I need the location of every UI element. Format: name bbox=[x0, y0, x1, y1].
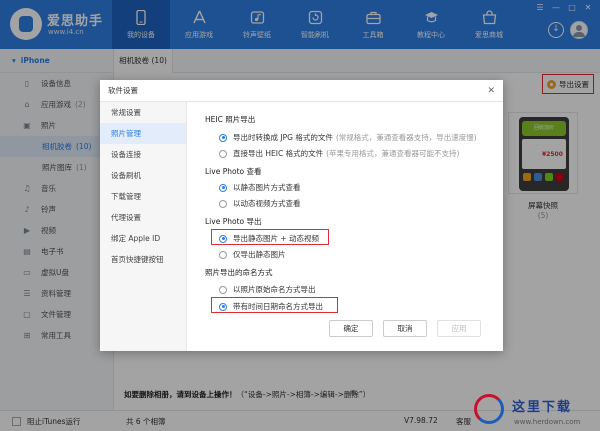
option-label: 导出时转换成 JPG 格式的文件 bbox=[233, 133, 333, 142]
option-heic-jpg[interactable]: 导出时转换成 JPG 格式的文件 (常规格式，兼通查看器支持，导出速度慢) bbox=[219, 132, 477, 143]
radio-selected[interactable] bbox=[219, 183, 227, 192]
section-heic: HEIC 照片导出 bbox=[205, 115, 256, 124]
radio-unselected[interactable] bbox=[219, 149, 227, 158]
watermark: 这里下载 www.herdown.com bbox=[470, 392, 600, 431]
option-view-still[interactable]: 以静态图片方式查看 bbox=[219, 182, 301, 193]
settings-tab-shortcuts[interactable]: 首页快捷键按钮 bbox=[100, 249, 186, 270]
section-naming: 照片导出的命名方式 bbox=[205, 268, 273, 277]
radio-selected[interactable] bbox=[219, 234, 227, 243]
watermark-logo-icon bbox=[474, 394, 504, 424]
dialog-close-icon[interactable]: ✕ bbox=[487, 80, 495, 102]
settings-tab-connection[interactable]: 设备连接 bbox=[100, 144, 186, 165]
ok-button[interactable]: 确定 bbox=[329, 320, 373, 337]
option-label: 以静态图片方式查看 bbox=[233, 183, 301, 192]
settings-tab-apple-id[interactable]: 绑定 Apple ID bbox=[100, 228, 186, 249]
option-heic-raw[interactable]: 直接导出 HEIC 格式的文件 (苹果专用格式，兼通查看器可能不支持) bbox=[219, 148, 459, 159]
option-view-video[interactable]: 以动态视频方式查看 bbox=[219, 198, 301, 209]
settings-tab-general[interactable]: 常规设置 bbox=[100, 102, 186, 123]
option-label: 以动态视频方式查看 bbox=[233, 199, 301, 208]
cancel-button[interactable]: 取消 bbox=[383, 320, 427, 337]
watermark-text: 这里下载 bbox=[512, 400, 573, 415]
dialog-title: 软件设置 bbox=[100, 80, 503, 102]
option-export-both[interactable]: 导出静态图片 + 动态视频 bbox=[219, 233, 319, 244]
section-live-view: Live Photo 查看 bbox=[205, 167, 262, 176]
settings-tab-proxy[interactable]: 代理设置 bbox=[100, 207, 186, 228]
radio-unselected[interactable] bbox=[219, 250, 227, 259]
option-label: 直接导出 HEIC 格式的文件 bbox=[233, 149, 324, 158]
radio-selected[interactable] bbox=[219, 133, 227, 142]
option-note: (苹果专用格式，兼通查看器可能不支持) bbox=[326, 149, 460, 158]
watermark-url: www.herdown.com bbox=[514, 418, 581, 426]
option-label: 导出静态图片 + 动态视频 bbox=[233, 234, 320, 243]
section-live-export: Live Photo 导出 bbox=[205, 217, 262, 226]
apply-button[interactable]: 应用 bbox=[437, 320, 481, 337]
option-label: 带有时间日期命名方式导出 bbox=[233, 302, 323, 311]
radio-selected[interactable] bbox=[219, 302, 227, 311]
option-label: 以照片原始命名方式导出 bbox=[233, 285, 316, 294]
settings-tab-flash[interactable]: 设备刷机 bbox=[100, 165, 186, 186]
option-name-original[interactable]: 以照片原始命名方式导出 bbox=[219, 284, 316, 295]
settings-tab-photos[interactable]: 照片管理 bbox=[100, 123, 186, 144]
option-name-date[interactable]: 带有时间日期命名方式导出 bbox=[219, 301, 323, 312]
settings-dialog: 软件设置 ✕ 常规设置 照片管理 设备连接 设备刷机 下载管理 代理设置 绑定 … bbox=[100, 80, 503, 351]
option-export-still[interactable]: 仅导出静态图片 bbox=[219, 249, 286, 260]
radio-unselected[interactable] bbox=[219, 199, 227, 208]
radio-unselected[interactable] bbox=[219, 285, 227, 294]
option-label: 仅导出静态图片 bbox=[233, 250, 286, 259]
settings-tab-downloads[interactable]: 下载管理 bbox=[100, 186, 186, 207]
option-note: (常规格式，兼通查看器支持，导出速度慢) bbox=[335, 133, 477, 142]
dialog-sidebar: 常规设置 照片管理 设备连接 设备刷机 下载管理 代理设置 绑定 Apple I… bbox=[100, 102, 187, 351]
